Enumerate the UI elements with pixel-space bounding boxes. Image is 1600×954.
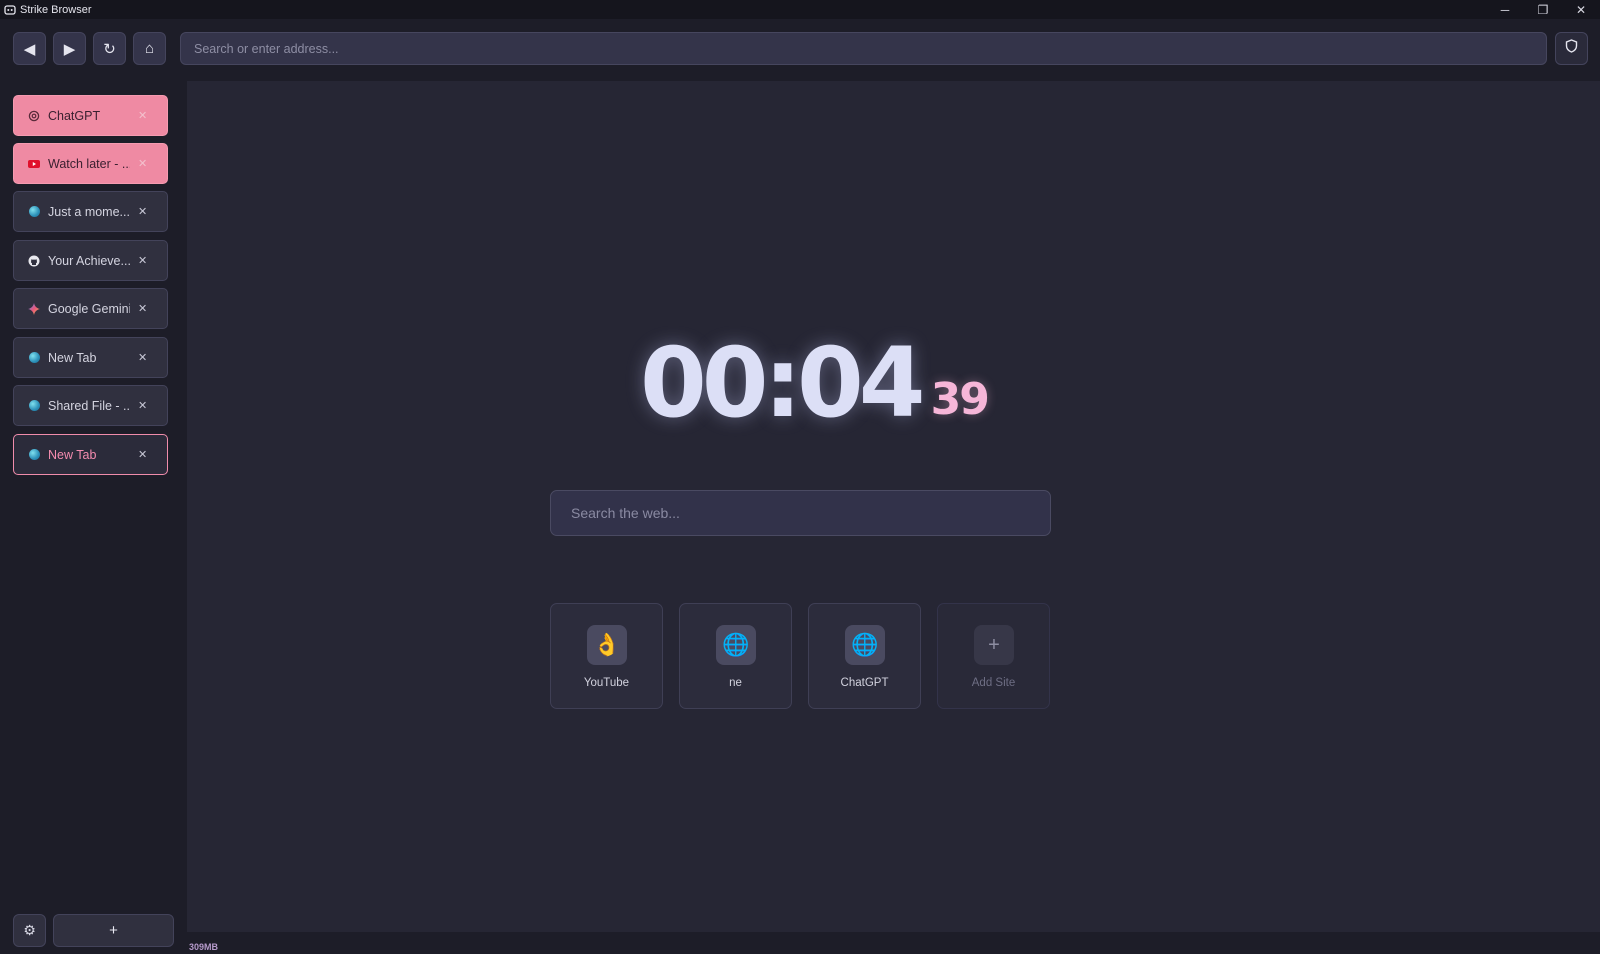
shield-icon <box>1565 39 1578 58</box>
tab-new-tab[interactable]: New Tab ✕ <box>13 337 168 378</box>
tab-google-gemini[interactable]: Google Gemini ✕ <box>13 288 168 329</box>
shortcut-youtube[interactable]: 👌 YouTube <box>550 603 663 709</box>
clock-time: 00:04 <box>640 327 926 439</box>
chatgpt-icon <box>28 110 40 122</box>
tab-close-icon[interactable]: ✕ <box>138 448 147 461</box>
globe-icon <box>28 449 40 461</box>
tab-title: ChatGPT <box>48 108 101 123</box>
clock-seconds: 39 <box>930 374 990 425</box>
globe-icon <box>28 206 40 218</box>
minimize-button[interactable]: ─ <box>1486 0 1524 19</box>
tab-title: Just a mome... <box>48 204 130 219</box>
tab-title: New Tab <box>48 447 97 462</box>
globe-icon: 🌐 <box>716 625 756 665</box>
toolbar: ◀ ▶ ↻ ⌂ Search or enter address... <box>0 19 1600 81</box>
add-site-button[interactable]: + Add Site <box>937 603 1050 709</box>
settings-button[interactable]: ⚙ <box>13 914 46 947</box>
tab-title: Watch later - ... <box>48 156 130 171</box>
title-bar: Strike Browser ─ ❐ ✕ <box>0 0 1600 19</box>
tab-new-tab-active[interactable]: New Tab ✕ <box>13 434 168 475</box>
shortcut-ne[interactable]: 🌐 ne <box>679 603 792 709</box>
tab-your-achievements[interactable]: Your Achieve... ✕ <box>13 240 168 281</box>
tab-close-icon[interactable]: ✕ <box>138 157 147 170</box>
forward-arrow-icon: ▶ <box>63 40 76 58</box>
search-placeholder: Search the web... <box>571 505 680 521</box>
back-arrow-icon: ◀ <box>23 40 36 58</box>
tab-watch-later[interactable]: Watch later - ... ✕ <box>13 143 168 184</box>
tab-title: Your Achieve... <box>48 253 130 268</box>
youtube-icon <box>28 158 40 170</box>
tab-shared-file[interactable]: Shared File - ... ✕ <box>13 385 168 426</box>
new-tab-button[interactable]: + <box>53 914 174 947</box>
address-bar[interactable]: Search or enter address... <box>180 32 1547 65</box>
tab-title: Google Gemini <box>48 301 130 316</box>
clock: 00:04 39 <box>640 327 1000 439</box>
window-controls: ─ ❐ ✕ <box>1486 0 1600 19</box>
reload-button[interactable]: ↻ <box>93 32 126 65</box>
github-icon <box>28 255 40 267</box>
tab-title: New Tab <box>48 350 97 365</box>
web-search-input[interactable]: Search the web... <box>550 490 1051 536</box>
globe-icon <box>28 352 40 364</box>
gemini-icon <box>28 302 40 315</box>
plus-icon: + <box>974 625 1014 665</box>
tab-close-icon[interactable]: ✕ <box>138 205 147 218</box>
tab-title: Shared File - ... <box>48 398 130 413</box>
ok-hand-emoji-icon: 👌 <box>587 625 627 665</box>
memory-usage: 309MB <box>189 942 219 952</box>
status-bar <box>187 932 1600 954</box>
shortcut-chatgpt[interactable]: 🌐 ChatGPT <box>808 603 921 709</box>
globe-icon: 🌐 <box>845 625 885 665</box>
shortcut-label: ChatGPT <box>840 677 889 689</box>
home-button[interactable]: ⌂ <box>133 32 166 65</box>
forward-button[interactable]: ▶ <box>53 32 86 65</box>
tab-chatgpt[interactable]: ChatGPT ✕ <box>13 95 168 136</box>
gear-icon: ⚙ <box>23 922 36 938</box>
address-placeholder: Search or enter address... <box>194 41 339 56</box>
tab-close-icon[interactable]: ✕ <box>138 109 147 122</box>
tab-just-a-moment[interactable]: Just a mome... ✕ <box>13 191 168 232</box>
plus-icon: + <box>109 922 118 939</box>
shortcut-label: ne <box>729 677 742 689</box>
tab-close-icon[interactable]: ✕ <box>138 399 147 412</box>
shortcut-label: YouTube <box>583 677 630 689</box>
close-window-button[interactable]: ✕ <box>1562 0 1600 19</box>
tab-close-icon[interactable]: ✕ <box>138 351 147 364</box>
window-title: Strike Browser <box>20 3 92 16</box>
shield-button[interactable] <box>1555 32 1588 65</box>
shortcut-label: Add Site <box>971 677 1016 689</box>
back-button[interactable]: ◀ <box>13 32 46 65</box>
restore-button[interactable]: ❐ <box>1524 0 1562 19</box>
globe-icon <box>28 400 40 412</box>
home-icon: ⌂ <box>144 40 155 57</box>
reload-icon: ↻ <box>103 40 116 58</box>
tab-close-icon[interactable]: ✕ <box>138 302 147 315</box>
app-logo-icon <box>4 4 16 16</box>
tab-close-icon[interactable]: ✕ <box>138 254 147 267</box>
